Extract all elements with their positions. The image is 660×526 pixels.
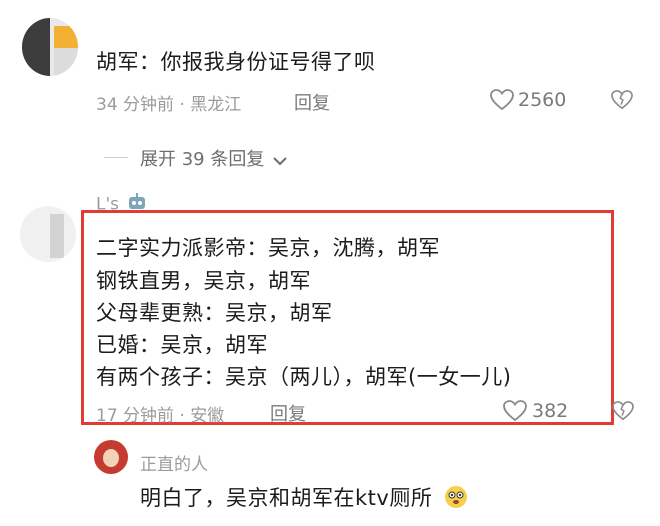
- chevron-down-icon: [273, 150, 287, 171]
- avatar[interactable]: [94, 440, 128, 474]
- divider: [104, 157, 128, 158]
- avatar[interactable]: [22, 18, 78, 76]
- expand-replies-button[interactable]: 展开 39 条回复: [140, 145, 287, 171]
- comment-line: 二字实力派影帝：吴京，沈腾，胡军: [96, 236, 440, 260]
- username: 正直的人: [140, 455, 208, 475]
- comment-text: 胡军：你报我身份证号得了呗: [96, 50, 376, 74]
- expand-replies-label: 展开 39 条回复: [140, 149, 265, 170]
- dislike-icon[interactable]: [612, 401, 634, 421]
- like-count: 2560: [518, 89, 567, 111]
- face-emoji-icon: [444, 485, 468, 514]
- comment-line: 父母辈更熟：吴京，胡军: [96, 301, 333, 325]
- comment-time-location: 34 分钟前 · 黑龙江: [96, 95, 242, 115]
- reply-button[interactable]: 回复: [270, 400, 306, 426]
- comment-time-location: 17 分钟前 · 安徽: [96, 406, 225, 426]
- like-count: 382: [532, 400, 569, 422]
- avatar[interactable]: [20, 206, 76, 262]
- reply-button[interactable]: 回复: [294, 89, 330, 115]
- dislike-icon[interactable]: [611, 90, 633, 110]
- comment-text: 明白了，吴京和胡军在ktv厕所: [140, 482, 468, 514]
- like-heart-icon[interactable]: [490, 89, 514, 111]
- comment-line: 钢铁直男，吴京，胡军: [96, 269, 311, 293]
- comment-line: 已婚：吴京，胡军: [96, 333, 268, 357]
- comment-line: 有两个孩子：吴京（两儿），胡军(一女一儿): [96, 365, 512, 389]
- like-heart-icon[interactable]: [503, 400, 527, 422]
